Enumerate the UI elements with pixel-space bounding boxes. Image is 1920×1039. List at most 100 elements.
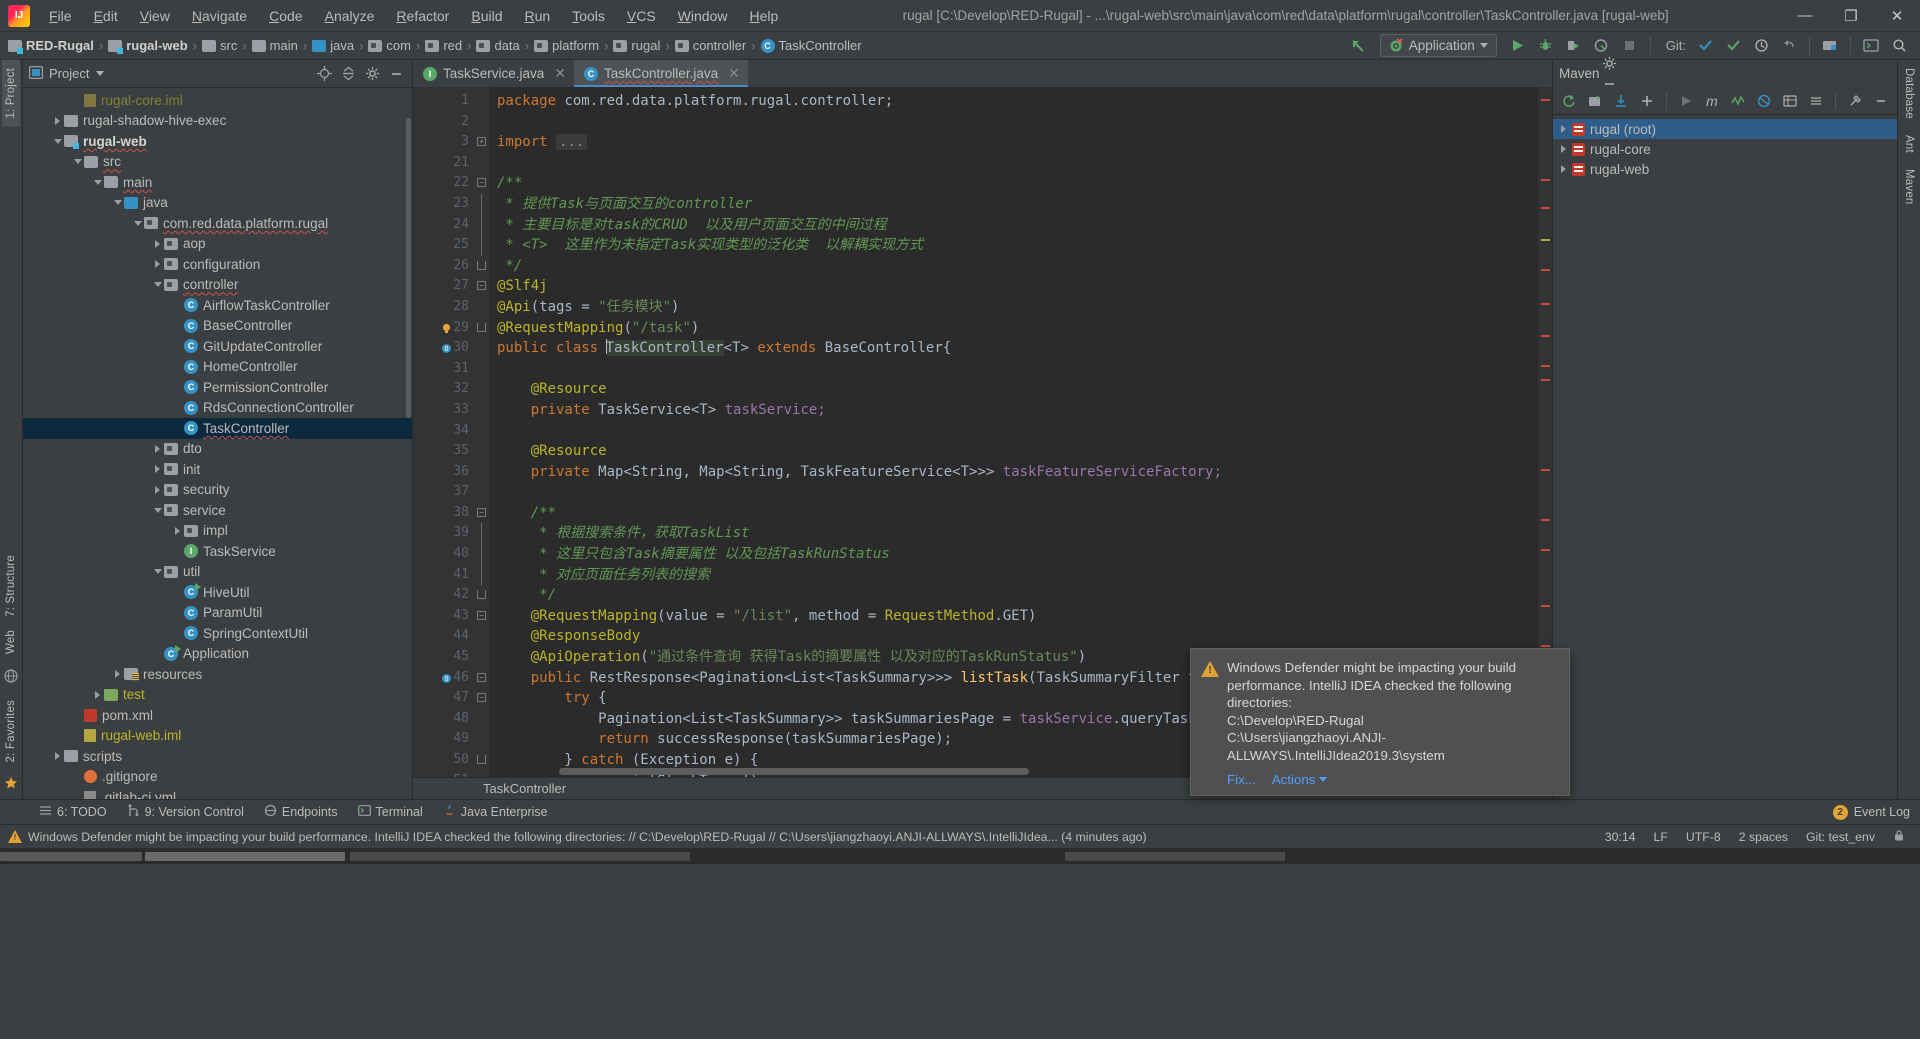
breadcrumb-item-main[interactable]: main [250, 32, 300, 60]
editor-tab-taskservice-java[interactable]: I TaskService.java ✕ [413, 60, 574, 87]
status-message[interactable]: Windows Defender might be impacting your… [28, 830, 1147, 844]
error-stripe-marker[interactable] [1541, 519, 1550, 521]
tree-node-util[interactable]: util [23, 562, 412, 583]
tree-node--gitlab-ci-yml[interactable]: .gitlab-ci.yml [23, 787, 412, 799]
event-log-area[interactable]: 2 Event Log [1832, 804, 1920, 820]
git-rollback-icon[interactable] [1776, 34, 1802, 58]
line-number-45[interactable]: 45 [413, 647, 475, 668]
fold-marker-30[interactable] [475, 338, 489, 359]
error-stripe-marker[interactable] [1541, 335, 1550, 337]
line-number-23[interactable]: 23 [413, 194, 475, 215]
code-line-36[interactable]: private Map<String, Map<String, TaskFeat… [489, 462, 1538, 483]
fold-marker-1[interactable] [475, 91, 489, 112]
breadcrumb-item-red-rugal[interactable]: RED-Rugal [6, 32, 96, 60]
tool-window-java-enterprise[interactable]: Java Enterprise [434, 801, 557, 823]
line-number-42[interactable]: 42 [413, 585, 475, 606]
line-number-29[interactable]: 29 [413, 318, 475, 339]
breadcrumb-item-java[interactable]: java [310, 32, 356, 60]
maven-twisty[interactable] [1557, 125, 1570, 133]
fold-marker-31[interactable] [475, 359, 489, 380]
line-number-22[interactable]: 22 [413, 173, 475, 194]
line-number-24[interactable]: 24 [413, 215, 475, 236]
fold-end-icon[interactable] [477, 755, 486, 764]
tree-twisty[interactable] [51, 116, 64, 125]
rail-tab-web[interactable]: Web [2, 622, 20, 662]
fold-marker-24[interactable] [475, 214, 489, 236]
tree-node-springcontextutil[interactable]: C SpringContextUtil [23, 623, 412, 644]
status-cell-utf-8[interactable]: UTF-8 [1677, 830, 1730, 844]
line-number-50[interactable]: 50 [413, 750, 475, 771]
tree-twisty[interactable] [151, 260, 164, 269]
line-number-40[interactable]: 40 [413, 544, 475, 565]
maximize-button[interactable]: ❐ [1828, 0, 1874, 32]
line-number-35[interactable]: 35 [413, 441, 475, 462]
fold-marker-25[interactable] [475, 235, 489, 256]
breadcrumb-item-platform[interactable]: platform [532, 32, 601, 60]
line-number-31[interactable]: 31 [413, 359, 475, 380]
fold-marker-47[interactable]: − [475, 688, 489, 709]
tree-node-airflowtaskcontroller[interactable]: C AirflowTaskController [23, 295, 412, 316]
maven-node-rugal-web[interactable]: rugal-web [1553, 159, 1897, 179]
tree-twisty[interactable] [51, 752, 64, 761]
run-icon[interactable] [1505, 34, 1531, 58]
code-line-3[interactable]: import ... [489, 132, 1538, 153]
tree-node-init[interactable]: init [23, 459, 412, 480]
fold-marker-23[interactable] [475, 193, 489, 215]
breadcrumb-item-data[interactable]: data [474, 32, 521, 60]
line-number-51[interactable]: 51 [413, 771, 475, 777]
line-number-39[interactable]: 39 [413, 523, 475, 544]
line-number-3[interactable]: 3 [413, 132, 475, 153]
status-cell-30-14[interactable]: 30:14 [1596, 830, 1645, 844]
menu-code[interactable]: Code [258, 3, 313, 29]
fold-marker-51[interactable] [475, 771, 489, 777]
maven-node-rugal--root-[interactable]: rugal (root) [1553, 119, 1897, 139]
breadcrumb-item-controller[interactable]: controller [673, 32, 748, 60]
tree-node-controller[interactable]: controller [23, 275, 412, 296]
terminal-icon[interactable] [1858, 34, 1884, 58]
tree-node-hiveutil[interactable]: C HiveUtil [23, 582, 412, 603]
reimport-icon[interactable] [1557, 90, 1581, 112]
project-tree[interactable]: rugal-core.iml rugal-shadow-hive-exec ruga… [23, 88, 412, 799]
fold-marker-48[interactable] [475, 709, 489, 730]
tree-node--gitignore[interactable]: .gitignore [23, 767, 412, 788]
fold-marker-35[interactable] [475, 441, 489, 462]
status-cell-lf[interactable]: LF [1645, 830, 1677, 844]
menu-vcs[interactable]: VCS [616, 3, 667, 29]
code-line-31[interactable] [489, 359, 1538, 380]
code-line-24[interactable]: * 主要目标是对task的CRUD 以及用户页面交互的中间过程 [489, 215, 1538, 236]
tree-node-rugal-web[interactable]: rugal-web [23, 131, 412, 152]
error-stripe-marker[interactable] [1541, 269, 1550, 271]
fold-marker-26[interactable] [475, 256, 489, 277]
fold-marker-36[interactable] [475, 462, 489, 483]
code-line-2[interactable] [489, 112, 1538, 133]
menu-help[interactable]: Help [738, 3, 789, 29]
fold-start-icon[interactable]: − [477, 281, 486, 291]
tree-twisty[interactable] [151, 485, 164, 494]
status-git-branch[interactable]: Git: test_env [1797, 830, 1884, 844]
fold-start-icon[interactable]: − [477, 178, 486, 188]
fold-end-icon[interactable] [477, 322, 486, 332]
code-line-44[interactable]: @ResponseBody [489, 626, 1538, 647]
rail-tab-database[interactable]: Database [1900, 60, 1918, 127]
code-line-37[interactable] [489, 482, 1538, 503]
tree-twisty[interactable] [131, 220, 144, 226]
line-number-38[interactable]: 38 [413, 503, 475, 524]
favorites-star-icon[interactable] [4, 776, 18, 793]
tool-window-terminal[interactable]: Terminal [349, 801, 432, 823]
tool-window-6--todo[interactable]: 6: TODO [30, 801, 116, 823]
generate-sources-icon[interactable] [1583, 90, 1607, 112]
fold-start-icon[interactable]: − [477, 693, 486, 703]
toggle-offline-icon[interactable] [1752, 90, 1776, 112]
run-configuration-selector[interactable]: Application [1379, 34, 1497, 57]
tree-node-security[interactable]: security [23, 480, 412, 501]
tree-node-pom-xml[interactable]: pom.xml [23, 705, 412, 726]
fold-marker-37[interactable] [475, 482, 489, 503]
error-stripe-marker[interactable] [1541, 365, 1550, 367]
menu-run[interactable]: Run [513, 3, 561, 29]
line-number-34[interactable]: 34 [413, 421, 475, 442]
breadcrumb-item-rugal-web[interactable]: rugal-web [106, 32, 189, 60]
crosshair-icon[interactable] [314, 64, 334, 84]
error-stripe-marker[interactable] [1541, 179, 1550, 181]
fold-marker-34[interactable] [475, 421, 489, 442]
tree-twisty[interactable] [91, 690, 104, 699]
